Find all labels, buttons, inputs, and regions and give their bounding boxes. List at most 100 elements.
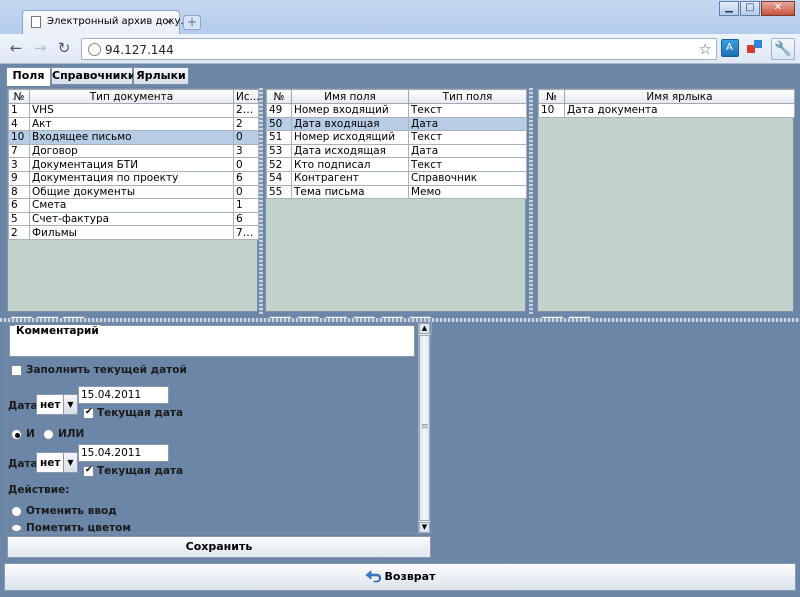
cell-name: Дата входящая [291, 116, 409, 132]
splitter[interactable] [529, 88, 533, 314]
date2-operator-select[interactable]: нет ▼ [36, 452, 78, 473]
doc-types-table: № Тип документа Ис... 1 VHS 22... 4 Акт 2 10… [8, 89, 260, 240]
column-header[interactable]: № [266, 89, 292, 104]
cell-count: 3 [233, 143, 259, 159]
date2-operator-value: нет [40, 457, 61, 469]
cell-count: 0 [233, 184, 259, 200]
table-row[interactable]: 55 Тема письма Мемо [266, 184, 527, 200]
column-header[interactable]: Ис... [233, 89, 260, 104]
back-button-label: Возврат [384, 570, 436, 583]
table-row[interactable]: 9 Документация по проекту 6 [8, 170, 259, 186]
minimize-button[interactable]: ▁ [719, 1, 739, 16]
form-scrollbar[interactable]: ▲ ▼ [418, 323, 430, 533]
date1-input[interactable]: 15.04.2011 [78, 386, 169, 404]
table-row[interactable]: 54 Контрагент Справочник [266, 170, 527, 186]
fill-current-date-checkbox[interactable] [11, 365, 22, 376]
column-header[interactable]: Имя поля [291, 89, 409, 104]
date1-current-label: Текущая дата [97, 407, 184, 419]
action-mark-radio[interactable] [11, 524, 22, 532]
reload-icon[interactable]: ↻ [54, 40, 74, 58]
close-window-button[interactable]: ✕ [761, 1, 795, 16]
table-row[interactable]: 3 Документация БТИ 0 [8, 157, 259, 172]
save-button[interactable]: Сохранить [7, 536, 431, 558]
table-row[interactable]: 53 Дата исходящая Дата [266, 143, 527, 159]
scroll-up-icon[interactable]: ▲ [419, 323, 430, 334]
cell-count: 0 [233, 130, 259, 145]
app-area: Поля Справочники Ярлыки № Тип документа … [0, 64, 800, 597]
table-row[interactable]: 49 Номер входящий Текст [266, 103, 527, 118]
date1-current-checkbox[interactable] [83, 407, 94, 419]
cell-id: 51 [266, 130, 292, 145]
maximize-button[interactable]: □ [740, 1, 760, 16]
column-header[interactable]: № [538, 89, 565, 104]
cell-id: 4 [8, 116, 30, 132]
cell-id: 1 [8, 103, 30, 118]
table-row[interactable]: 52 Кто подписал Текст [266, 157, 527, 172]
empty-panel [435, 322, 800, 558]
date1-operator-select[interactable]: нет ▼ [36, 394, 78, 415]
splitter[interactable] [259, 88, 263, 314]
cell-type: Мемо [408, 184, 527, 200]
date2-current-checkbox[interactable] [83, 465, 94, 477]
table-row[interactable]: 8 Общие документы 0 [8, 184, 259, 200]
wrench-icon[interactable]: 🔧 [771, 38, 795, 60]
labels-panel: № Имя ярлыка 10 Дата документа [537, 88, 795, 312]
cell-id: 50 [266, 116, 292, 132]
table-row[interactable]: 4 Акт 2 [8, 116, 259, 132]
tab-fields[interactable]: Поля [6, 67, 51, 86]
table-row[interactable]: 1 VHS 22... [8, 103, 259, 118]
cell-name: Номер входящий [291, 103, 409, 118]
table-row[interactable]: 2 Фильмы 73... [8, 225, 259, 240]
forward-arrow-icon[interactable]: → [30, 40, 50, 58]
fields-table: № Имя поля Тип поля 49 Номер входящий Текс… [266, 89, 527, 200]
field-properties-form: Комментарий Заполнить текущей датой Дата… [6, 322, 431, 534]
table-row[interactable]: 50 Дата входящая Дата [266, 116, 527, 132]
column-header[interactable]: Тип документа [29, 89, 234, 104]
table-row[interactable]: 5 Счет-фактура 6 [8, 211, 259, 227]
cell-count: 2 [233, 116, 259, 132]
column-header[interactable]: Тип поля [408, 89, 527, 104]
cell-name: Документация БТИ [29, 157, 234, 172]
table-row[interactable]: 6 Смета 1 [8, 198, 259, 213]
tab-labels[interactable]: Ярлыки [133, 67, 189, 85]
browser-toolbar: ← → ↻ 94.127.144 ☆ [0, 34, 800, 64]
logic-and-label: И [26, 428, 35, 440]
address-bar[interactable]: 94.127.144 ☆ [81, 38, 717, 60]
cell-type: Справочник [408, 170, 527, 186]
comment-field[interactable]: Комментарий [9, 325, 415, 357]
action-mark-label: Пометить цветом [26, 522, 131, 532]
scrollbar-thumb[interactable] [419, 335, 430, 521]
cell-id: 2 [8, 225, 30, 240]
cell-id: 9 [8, 170, 30, 186]
tab-references[interactable]: Справочники [51, 67, 136, 85]
labels-table: № Имя ярлыка 10 Дата документа [538, 89, 795, 118]
close-tab-icon[interactable]: × [164, 15, 173, 28]
logic-and-radio[interactable] [11, 429, 22, 440]
back-button[interactable]: Возврат [4, 563, 796, 591]
date2-input[interactable]: 15.04.2011 [78, 444, 169, 462]
cell-count: 6 [233, 170, 259, 186]
cell-name: Документация по проекту [29, 170, 234, 186]
table-row[interactable]: 10 Дата документа [538, 103, 795, 118]
table-row[interactable]: 51 Номер исходящий Текст [266, 130, 527, 145]
back-arrow-icon[interactable]: ← [6, 40, 26, 58]
table-row[interactable]: 7 Договор 3 [8, 143, 259, 159]
new-tab-button[interactable]: + [183, 15, 201, 30]
logic-or-radio[interactable] [43, 429, 54, 440]
browser-tab[interactable]: Электронный архив доку... × [22, 10, 190, 34]
logic-or-label: ИЛИ [58, 428, 85, 440]
cell-name: Договор [29, 143, 234, 159]
action-cancel-radio[interactable] [11, 506, 22, 517]
extension-icon[interactable] [746, 39, 764, 57]
cell-name: Дата исходящая [291, 143, 409, 159]
scroll-down-icon[interactable]: ▼ [419, 522, 430, 533]
translate-icon[interactable] [721, 39, 739, 57]
cell-name: Счет-фактура [29, 211, 234, 227]
cell-type: Текст [408, 157, 527, 172]
column-header[interactable]: № [8, 89, 30, 104]
cell-id: 7 [8, 143, 30, 159]
bookmark-star-icon[interactable]: ☆ [699, 40, 712, 58]
cell-type: Дата [408, 143, 527, 159]
column-header[interactable]: Имя ярлыка [564, 89, 795, 104]
table-row[interactable]: 10 Входящее письмо 0 [8, 130, 259, 145]
